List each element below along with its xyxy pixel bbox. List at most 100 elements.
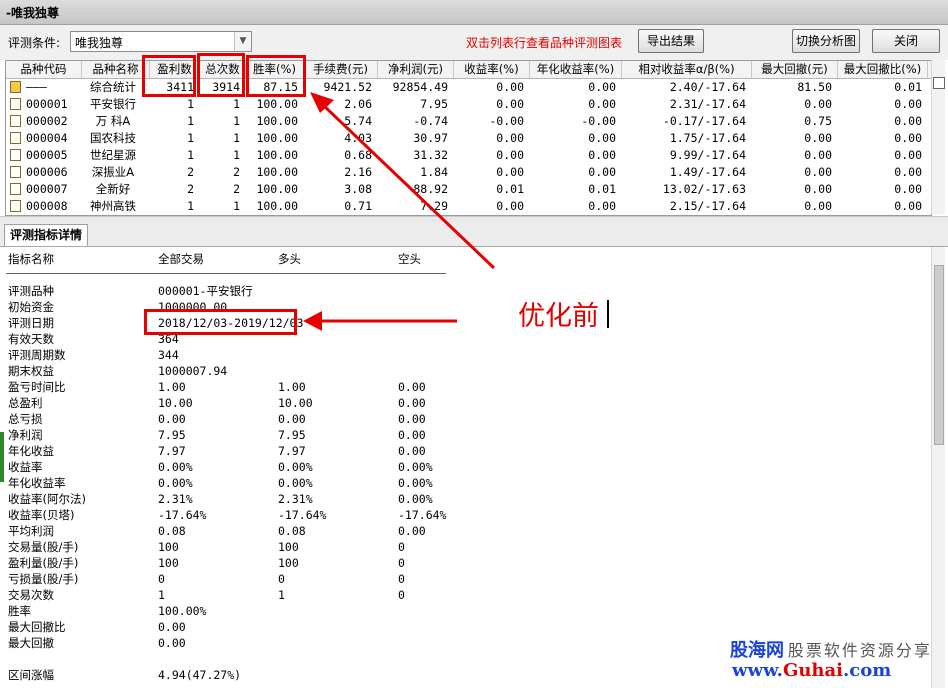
detail-row: 净利润 7.95 7.95 0.00 bbox=[0, 427, 930, 443]
detail-row: 评测周期数 344 bbox=[0, 347, 930, 363]
detail-row: 亏损量(股/手) 0 0 0 bbox=[0, 571, 930, 587]
table-cell: 世纪星源 bbox=[90, 148, 136, 162]
table-cell: 1 bbox=[187, 97, 194, 111]
table-cell: 0.01 bbox=[588, 182, 616, 196]
detail-row: 收益率(贝塔) -17.64% -17.64% -17.64% bbox=[0, 507, 930, 523]
detail-header-2: 多头 bbox=[278, 252, 301, 266]
detail-cell: 有效天数 bbox=[8, 332, 54, 346]
table-cell: 0.68 bbox=[344, 148, 372, 162]
detail-cell: 0.00% bbox=[158, 460, 193, 474]
table-row[interactable]: 000006 深振业A 2 2 100.00 2.16 1.84 0.00 0.00 1.49/-… bbox=[6, 164, 931, 181]
table-cell: 000005 bbox=[26, 148, 68, 162]
table-cell: 31.32 bbox=[413, 148, 448, 162]
tab-metric-details[interactable]: 评测指标详情 bbox=[4, 224, 89, 246]
detail-cell: 7.97 bbox=[278, 444, 306, 458]
detail-cell: 0.00 bbox=[398, 444, 426, 458]
watermark-site-prefix: www. bbox=[732, 660, 783, 681]
detail-cell: 1 bbox=[278, 588, 285, 602]
document-icon bbox=[10, 183, 21, 195]
table-row[interactable]: 000005 世纪星源 1 1 100.00 0.68 31.32 0.00 0.00 9.99/… bbox=[6, 147, 931, 164]
annotation-box-win-rate bbox=[246, 55, 306, 97]
table-cell: 1 bbox=[233, 114, 240, 128]
document-icon bbox=[10, 132, 21, 144]
column-header-5[interactable]: 手续费(元) bbox=[304, 61, 378, 78]
detail-cell: 最大回撤 bbox=[8, 636, 54, 650]
table-cell: 4.03 bbox=[344, 131, 372, 145]
table-cell: 7.29 bbox=[420, 199, 448, 213]
detail-cell: 10.00 bbox=[158, 396, 193, 410]
table-cell: 2.15/-17.64 bbox=[669, 199, 746, 213]
table-cell: 3.08 bbox=[344, 182, 372, 196]
table-cell: 2.16 bbox=[344, 165, 372, 179]
table-cell: 0.00 bbox=[588, 199, 616, 213]
table-cell: 1 bbox=[233, 148, 240, 162]
detail-cell: 0.00 bbox=[278, 412, 306, 426]
detail-cell: 344 bbox=[158, 348, 179, 362]
column-header-10[interactable]: 最大回撤(元) bbox=[752, 61, 838, 78]
chevron-down-icon[interactable]: ▼ bbox=[234, 32, 251, 51]
table-cell: -0.17/-17.64 bbox=[662, 114, 746, 128]
column-header-0[interactable]: 品种代码 bbox=[6, 61, 82, 78]
detail-cell: 0.00 bbox=[398, 396, 426, 410]
table-cell: 000008 bbox=[26, 199, 68, 213]
table-cell: 100.00 bbox=[256, 148, 298, 162]
detail-scroll-thumb[interactable] bbox=[934, 265, 944, 445]
table-cell: 万 科A bbox=[95, 114, 131, 128]
column-header-11[interactable]: 最大回撤比(%) bbox=[838, 61, 928, 78]
condition-select[interactable]: 唯我独尊 ▼ bbox=[70, 31, 252, 52]
detail-cell: 100 bbox=[158, 556, 179, 570]
detail-cell: 盈亏时间比 bbox=[8, 380, 66, 394]
detail-cell: 年化收益率 bbox=[8, 476, 66, 490]
table-cell: 2 bbox=[187, 165, 194, 179]
table-cell: 0.00 bbox=[496, 165, 524, 179]
detail-cell: 7.95 bbox=[278, 428, 306, 442]
table-cell: 000004 bbox=[26, 131, 68, 145]
column-header-6[interactable]: 净利润(元) bbox=[378, 61, 454, 78]
detail-cell: 交易量(股/手) bbox=[8, 540, 79, 554]
metric-details-panel: 指标名称 全部交易 多头 空头 评测品种 000001-平安银行 初始资金 1000000.0… bbox=[0, 247, 930, 688]
detail-cell: 000001-平安银行 bbox=[158, 284, 253, 298]
column-header-9[interactable]: 相对收益率α/β(%) bbox=[622, 61, 752, 78]
table-cell: 2 bbox=[187, 182, 194, 196]
detail-cell: 0.00 bbox=[398, 428, 426, 442]
grid-scrollbar[interactable] bbox=[931, 60, 945, 214]
close-button[interactable]: 关闭 bbox=[872, 29, 940, 53]
detail-cell: 0.00% bbox=[278, 460, 313, 474]
export-results-button[interactable]: 导出结果 bbox=[638, 29, 704, 53]
document-icon bbox=[10, 149, 21, 161]
table-row[interactable]: 000004 国农科技 1 1 100.00 4.03 30.97 0.00 0.00 1.75/… bbox=[6, 130, 931, 147]
table-cell: ——— bbox=[26, 80, 47, 94]
table-row[interactable]: 000007 全新好 2 2 100.00 3.08 88.92 0.01 0.01 13.02/… bbox=[6, 181, 931, 198]
left-edge-marker bbox=[0, 432, 4, 482]
detail-row: 有效天数 364 bbox=[0, 331, 930, 347]
detail-cell: 初始资金 bbox=[8, 300, 54, 314]
table-row[interactable]: 000008 神州高铁 1 1 100.00 0.71 7.29 0.00 0.00 2.15/-… bbox=[6, 198, 931, 215]
table-cell: 0.00 bbox=[588, 165, 616, 179]
detail-row: 初始资金 1000000.00 bbox=[0, 299, 930, 315]
detail-cell: 年化收益 bbox=[8, 444, 54, 458]
table-cell: 100.00 bbox=[256, 114, 298, 128]
table-cell: 100.00 bbox=[256, 182, 298, 196]
table-cell: 0.01 bbox=[894, 80, 922, 94]
table-cell: 88.92 bbox=[413, 182, 448, 196]
detail-cell: 评测日期 bbox=[8, 316, 54, 330]
detail-row: 评测日期 2018/12/03-2019/12/03 bbox=[0, 315, 930, 331]
column-header-8[interactable]: 年化收益率(%) bbox=[530, 61, 622, 78]
table-cell: 0.01 bbox=[496, 182, 524, 196]
column-header-7[interactable]: 收益率(%) bbox=[454, 61, 530, 78]
scroll-checkbox[interactable] bbox=[933, 77, 945, 89]
switch-chart-button[interactable]: 切换分析图 bbox=[792, 29, 860, 53]
detail-cell: 0 bbox=[278, 572, 285, 586]
detail-row: 盈亏时间比 1.00 1.00 0.00 bbox=[0, 379, 930, 395]
table-cell: 30.97 bbox=[413, 131, 448, 145]
table-cell: 0.00 bbox=[496, 97, 524, 111]
detail-cell: 0.00% bbox=[398, 460, 433, 474]
column-header-1[interactable]: 品种名称 bbox=[82, 61, 150, 78]
table-cell: 1.75/-17.64 bbox=[669, 131, 746, 145]
table-cell: 92854.49 bbox=[392, 80, 448, 94]
table-row[interactable]: 000002 万 科A 1 1 100.00 5.74 -0.74 -0.00 -0.00 -0.… bbox=[6, 113, 931, 130]
detail-scrollbar[interactable] bbox=[931, 247, 945, 688]
table-row[interactable]: 000001 平安银行 1 1 100.00 2.06 7.95 0.00 0.00 2.31/-… bbox=[6, 96, 931, 113]
detail-header-3: 空头 bbox=[398, 252, 421, 266]
detail-cell: 收益率 bbox=[8, 460, 43, 474]
